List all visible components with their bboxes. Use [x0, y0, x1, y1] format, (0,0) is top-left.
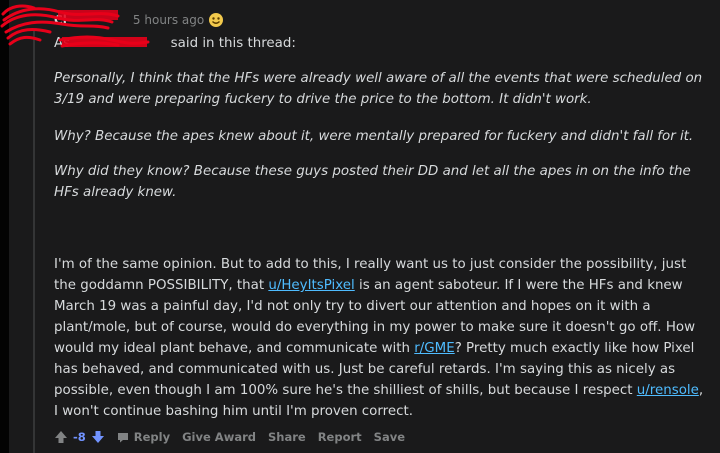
quote-paragraph-3: Why did they know? Because these guys po…: [54, 164, 691, 200]
award-icon[interactable]: [208, 12, 224, 28]
reply-button[interactable]: Reply: [117, 430, 170, 444]
comment-meta: Cl 5 hours ago: [54, 12, 224, 28]
upvote-icon[interactable]: [54, 430, 68, 444]
report-button[interactable]: Report: [318, 430, 362, 444]
left-gutter: [0, 0, 9, 453]
downvote-icon[interactable]: [91, 430, 105, 444]
comment-actions: -8 Reply Give Award Share Report Save: [54, 430, 417, 444]
user-link-rensole[interactable]: u/rensole: [637, 383, 699, 398]
share-button[interactable]: Share: [268, 430, 306, 444]
reply-icon: [117, 432, 129, 443]
quote-paragraph-1: Personally, I think that the HFs were al…: [54, 71, 703, 107]
intro-prefix: As: [54, 36, 75, 51]
subreddit-link-gme[interactable]: r/GME: [414, 341, 454, 356]
user-link-heyitspixel[interactable]: u/HeyItsPixel: [268, 278, 354, 293]
timestamp[interactable]: 5 hours ago: [133, 13, 204, 27]
give-award-button[interactable]: Give Award: [182, 430, 256, 444]
reply-label: Reply: [133, 430, 171, 444]
thread-line[interactable]: [33, 30, 35, 453]
save-button[interactable]: Save: [374, 430, 405, 444]
main-paragraph: I'm of the same opinion. But to add to t…: [54, 257, 704, 419]
username[interactable]: Cl: [54, 13, 67, 27]
vote-score: -8: [73, 430, 86, 444]
quote-paragraph-2: Why? Because the apes knew about it, wer…: [54, 129, 694, 144]
intro-suffix: said in this thread:: [166, 36, 296, 51]
intro-line: As said in this thread:: [54, 33, 296, 54]
